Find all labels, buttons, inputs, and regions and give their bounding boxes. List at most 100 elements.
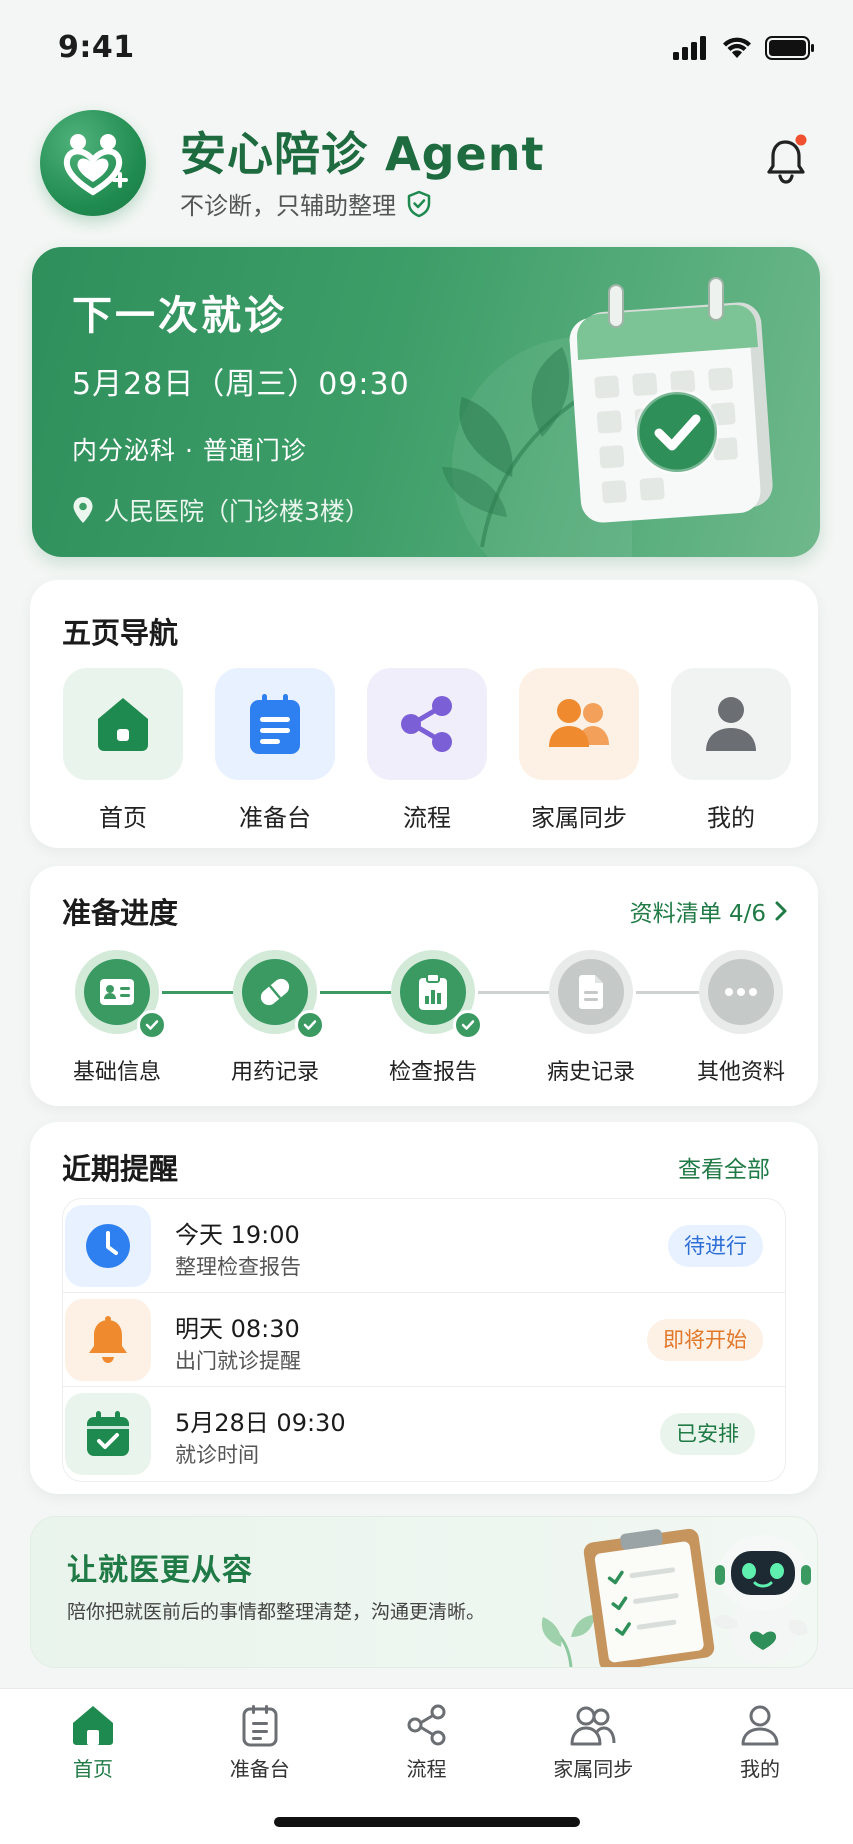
pill-icon bbox=[260, 978, 290, 1006]
step-ring bbox=[75, 950, 167, 1040]
document-icon bbox=[579, 975, 603, 1009]
tab-home[interactable]: 首页 bbox=[28, 1703, 158, 1782]
step-medication[interactable]: 用药记录 bbox=[210, 950, 340, 1086]
step-history[interactable]: 病史记录 bbox=[526, 950, 656, 1086]
care-heart-logo-icon bbox=[63, 134, 128, 196]
promo-banner[interactable]: 让就医更从容 陪你把就医前后的事情都整理清楚，沟通更清晰。 bbox=[30, 1516, 818, 1668]
cellular-signal-icon bbox=[673, 36, 706, 60]
bell-icon bbox=[767, 134, 807, 184]
tab-me[interactable]: 我的 bbox=[695, 1703, 825, 1782]
next-visit-card[interactable]: 下一次就诊 5月28日（周三）09:30 内分泌科 · 普通门诊 人民医院（门诊… bbox=[32, 247, 820, 557]
tab-label: 家属同步 bbox=[553, 1757, 634, 1781]
nav-label-home: 首页 bbox=[99, 804, 147, 832]
nav-label-prep: 准备台 bbox=[239, 804, 311, 832]
reminder-icon-box bbox=[65, 1393, 151, 1475]
next-visit-location: 人民医院（门诊楼3楼） bbox=[72, 492, 370, 528]
reminder-icon-box bbox=[65, 1299, 151, 1381]
navigation-title: 五页导航 bbox=[62, 616, 179, 650]
nav-tile-prep[interactable] bbox=[215, 668, 335, 780]
step-basic-info[interactable]: 基础信息 bbox=[52, 950, 182, 1086]
bell-icon bbox=[89, 1316, 127, 1363]
nav-item-home[interactable]: 首页 bbox=[62, 668, 184, 833]
tab-family[interactable]: 家属同步 bbox=[528, 1703, 658, 1782]
reminder-time: 5月28日 09:30 bbox=[175, 1409, 346, 1437]
user-icon bbox=[741, 1705, 779, 1746]
progress-title: 准备进度 bbox=[62, 896, 179, 930]
step-check-icon bbox=[453, 1010, 483, 1040]
tab-list: 首页 准备台 流程 家属同步 我的 bbox=[28, 1703, 825, 1782]
calendar-check-illustration-icon bbox=[569, 277, 773, 523]
wifi-icon bbox=[723, 37, 751, 58]
family-icon bbox=[570, 1706, 616, 1746]
step-reports[interactable]: 检查报告 bbox=[368, 950, 498, 1086]
navigation-card: 五页导航 首页 准备台 流程 家属同步 我的 bbox=[30, 580, 818, 848]
nav-tile-home[interactable] bbox=[63, 668, 183, 780]
reminder-time: 明天 08:30 bbox=[175, 1315, 300, 1343]
tab-prep[interactable]: 准备台 bbox=[195, 1703, 325, 1782]
promo-text: 陪你把就医前后的事情都整理清楚，沟通更清晰。 bbox=[67, 1601, 486, 1623]
step-label: 用药记录 bbox=[230, 1060, 319, 1085]
nav-tile-family[interactable] bbox=[519, 668, 639, 780]
nav-item-prep[interactable]: 准备台 bbox=[214, 668, 336, 833]
step-check-icon bbox=[295, 1010, 325, 1040]
reminder-item[interactable]: 5月28日 09:30 就诊时间 已安排 bbox=[63, 1387, 785, 1481]
reminder-item[interactable]: 明天 08:30 出门就诊提醒 即将开始 bbox=[63, 1293, 785, 1387]
checklist-link[interactable]: 资料清单 4/6 bbox=[630, 894, 788, 928]
step-ring bbox=[549, 950, 633, 1034]
tab-label: 我的 bbox=[740, 1757, 780, 1781]
reminder-item[interactable]: 今天 19:00 整理检查报告 待进行 bbox=[63, 1199, 785, 1293]
view-all-text: 查看全部 bbox=[678, 1157, 770, 1183]
step-inner bbox=[558, 959, 624, 1025]
navigation-items: 首页 准备台 流程 家属同步 我的 bbox=[62, 668, 792, 833]
reminders-card: 近期提醒 查看全部 今天 19:00 整理检查报告 待进行 明天 08:30 出… bbox=[30, 1122, 818, 1494]
step-label: 其他资料 bbox=[696, 1060, 785, 1085]
next-visit-department: 内分泌科 · 普通门诊 bbox=[72, 436, 307, 465]
nav-label-me: 我的 bbox=[707, 804, 755, 832]
calendar-check-icon bbox=[87, 1411, 129, 1456]
nav-label-flow: 流程 bbox=[403, 804, 451, 832]
notification-button[interactable] bbox=[763, 134, 811, 186]
status-badge: 即将开始 bbox=[647, 1319, 763, 1361]
progress-steps: 基础信息 用药记录 检查报告 病史记录 其他资料 bbox=[52, 950, 802, 1090]
promo-title: 让就医更从容 bbox=[67, 1553, 253, 1588]
nav-tile-me[interactable] bbox=[671, 668, 791, 780]
step-check-icon bbox=[137, 1010, 167, 1040]
progress-card: 准备进度 资料清单 4/6 基础信息 用药记录 检查报告 病史记录 其他资料 bbox=[30, 866, 818, 1106]
step-inner bbox=[708, 959, 774, 1025]
step-label: 基础信息 bbox=[72, 1060, 161, 1085]
app-subtitle: 不诊断，只辅助整理 bbox=[180, 186, 432, 221]
nav-item-flow[interactable]: 流程 bbox=[366, 668, 488, 833]
battery-icon bbox=[765, 36, 814, 60]
nav-tile-flow[interactable] bbox=[367, 668, 487, 780]
reminder-desc: 整理检查报告 bbox=[175, 1255, 301, 1279]
reminder-desc: 出门就诊提醒 bbox=[175, 1349, 301, 1373]
reminder-icon-box bbox=[65, 1205, 151, 1287]
app-logo bbox=[40, 110, 146, 216]
clock-icon bbox=[86, 1224, 130, 1268]
status-icons bbox=[673, 36, 815, 60]
view-all-link[interactable]: 查看全部 bbox=[678, 1150, 770, 1184]
next-visit-title: 下一次就诊 bbox=[72, 293, 287, 339]
checklist-link-text: 资料清单 4/6 bbox=[629, 901, 766, 927]
status-badge: 已安排 bbox=[660, 1413, 755, 1455]
reminder-desc: 就诊时间 bbox=[175, 1443, 259, 1467]
reminder-time: 今天 19:00 bbox=[175, 1221, 300, 1249]
status-badge: 待进行 bbox=[668, 1225, 763, 1267]
nav-item-me[interactable]: 我的 bbox=[670, 668, 792, 833]
home-icon bbox=[98, 698, 148, 751]
step-ring bbox=[699, 950, 783, 1034]
id-card-icon bbox=[100, 979, 134, 1005]
family-icon bbox=[549, 699, 609, 747]
more-icon bbox=[725, 988, 757, 996]
tab-label: 流程 bbox=[406, 1757, 447, 1781]
nav-label-family: 家属同步 bbox=[531, 804, 627, 832]
tab-flow[interactable]: 流程 bbox=[362, 1703, 492, 1782]
nav-item-family[interactable]: 家属同步 bbox=[518, 668, 640, 833]
tab-label: 准备台 bbox=[229, 1757, 290, 1781]
tab-label: 首页 bbox=[73, 1757, 113, 1781]
app-subtitle-text: 不诊断，只辅助整理 bbox=[180, 192, 396, 220]
step-ring bbox=[233, 950, 325, 1040]
step-others[interactable]: 其他资料 bbox=[676, 950, 806, 1086]
step-ring bbox=[391, 950, 483, 1040]
clipboard-icon bbox=[242, 1705, 278, 1747]
